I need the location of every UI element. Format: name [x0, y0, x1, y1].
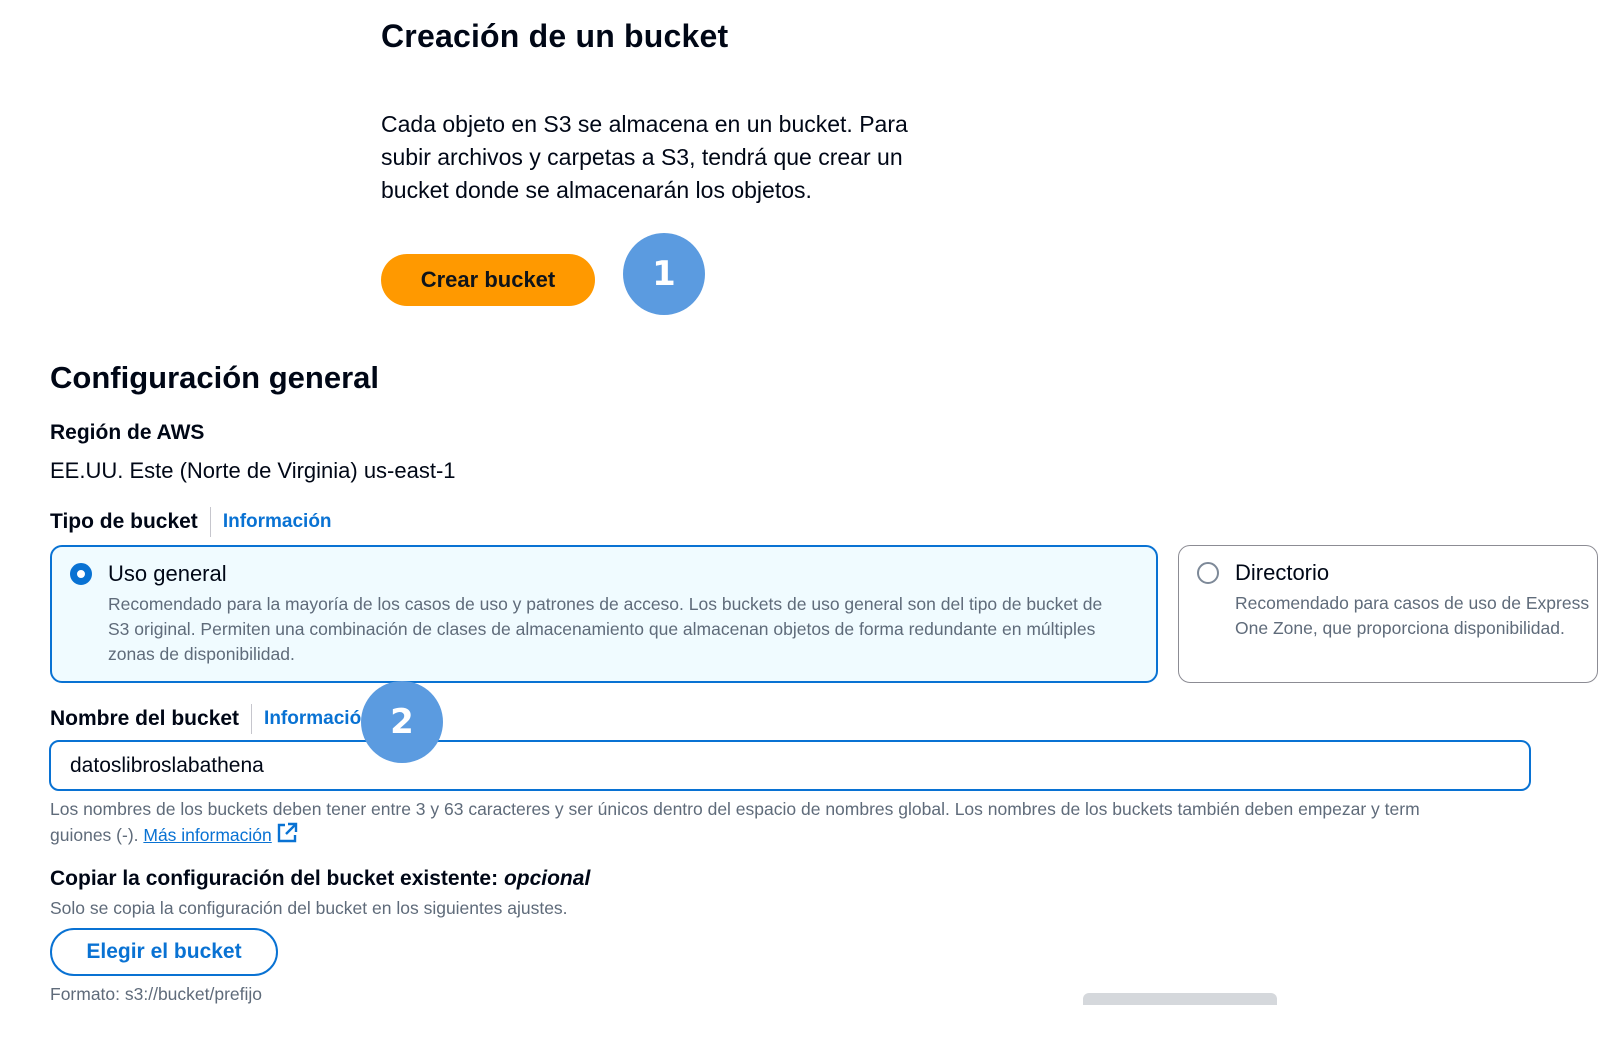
radio-general-checked[interactable]	[70, 563, 92, 585]
more-info-link[interactable]: Más información	[143, 825, 271, 845]
create-bucket-title: Creación de un bucket	[381, 18, 729, 54]
bucket-format-hint: Formato: s3://bucket/prefijo	[50, 984, 263, 1004]
external-link-icon[interactable]	[276, 822, 298, 851]
region-label: Región de AWS	[50, 421, 205, 444]
create-bucket-button[interactable]: Crear bucket	[381, 254, 595, 306]
create-bucket-description: Cada objeto en S3 se almacena en un buck…	[381, 111, 908, 203]
bucket-name-label: Nombre del bucket	[50, 704, 253, 734]
choose-bucket-button[interactable]: Elegir el bucket	[50, 928, 278, 976]
option-directory-description: Recomendado para casos de uso de Express…	[1235, 593, 1590, 638]
scroll-indicator	[1083, 993, 1277, 1005]
region-value: EE.UU. Este (Norte de Virginia) us-east-…	[50, 458, 456, 483]
bucket-name-label-row: Nombre del bucket Información	[50, 704, 373, 734]
bucket-name-info-link[interactable]: Información	[252, 708, 373, 730]
bucket-name-hint: Los nombres de los buckets deben tener e…	[50, 797, 1610, 851]
bucket-name-hint-line1: Los nombres de los buckets deben tener e…	[50, 799, 1420, 819]
option-general-description: Recomendado para la mayoría de los casos…	[108, 594, 1103, 664]
option-general-title: Uso general	[108, 561, 227, 586]
copy-config-description: Solo se copia la configuración del bucke…	[50, 898, 568, 918]
bucket-type-label-row: Tipo de bucket Información	[50, 507, 332, 537]
bucket-type-option-directory[interactable]: Directorio Recomendado para casos de uso…	[1178, 545, 1598, 683]
copy-config-title: Copiar la configuración del bucket exist…	[50, 867, 590, 891]
bucket-name-hint-line2: guiones (-). Más información	[50, 822, 1610, 851]
radio-directory-unchecked[interactable]	[1197, 562, 1219, 584]
bucket-type-info-link[interactable]: Información	[211, 511, 332, 533]
bucket-type-option-general[interactable]: Uso general Recomendado para la mayoría …	[50, 545, 1158, 683]
step-badge-1: 1	[623, 233, 705, 315]
copy-config-title-text: Copiar la configuración del bucket exist…	[50, 867, 504, 890]
bucket-type-label: Tipo de bucket	[50, 507, 211, 537]
step-badge-2: 2	[361, 681, 443, 763]
copy-config-optional: opcional	[503, 867, 591, 890]
bucket-name-hint-line2-text: guiones (-).	[50, 825, 144, 845]
s3-create-bucket-page: Creación de un bucket Cada objeto en S3 …	[0, 0, 1613, 1056]
option-directory-title: Directorio	[1235, 560, 1330, 585]
bucket-name-input[interactable]	[49, 740, 1531, 791]
general-config-title: Configuración general	[50, 360, 379, 395]
